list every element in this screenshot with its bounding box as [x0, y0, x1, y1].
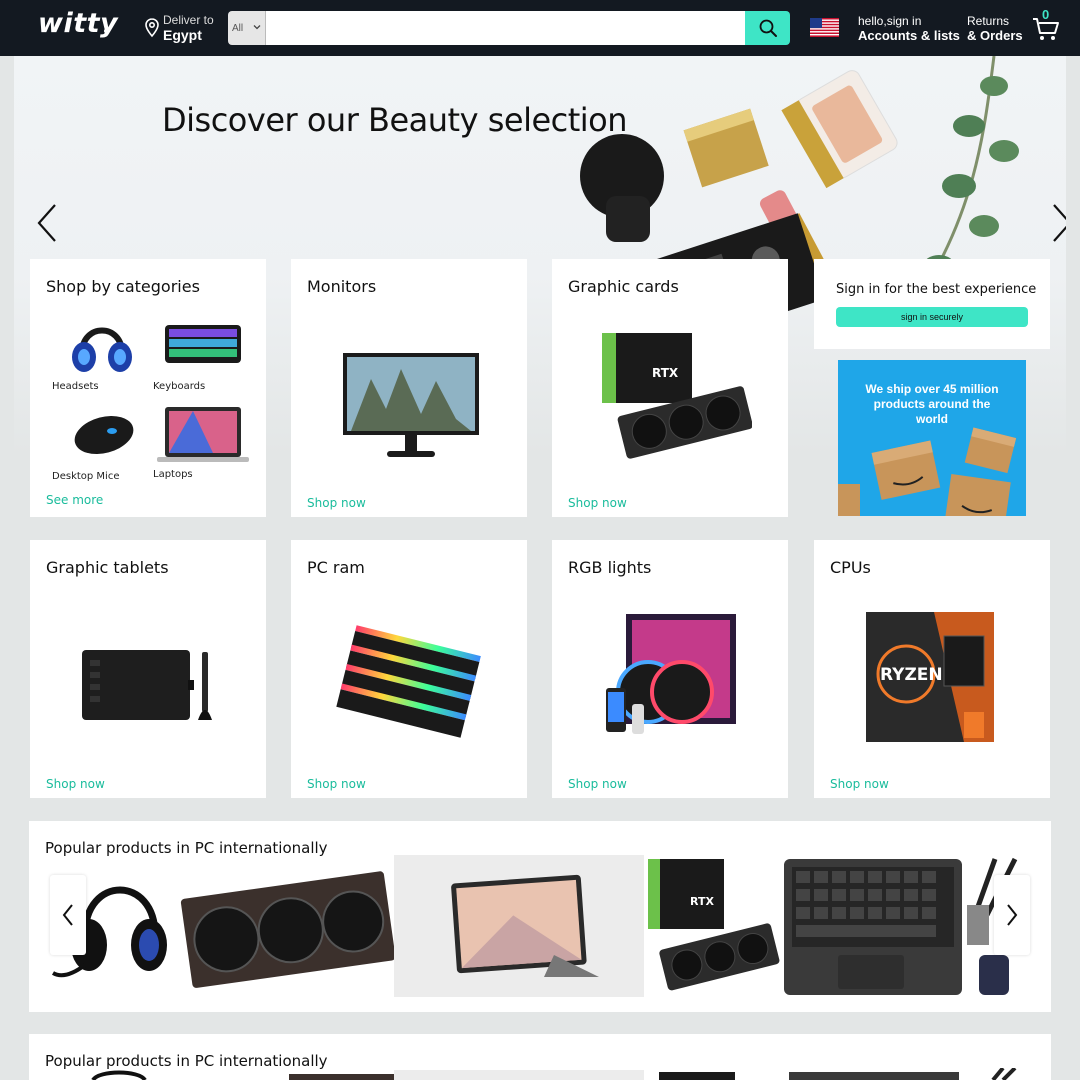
us-flag-icon[interactable]	[810, 18, 839, 37]
shop-now-link[interactable]: Shop now	[46, 777, 105, 791]
shop-now-link[interactable]: Shop now	[830, 777, 889, 791]
carousel-prev-button[interactable]	[50, 875, 86, 955]
see-more-link[interactable]: See more	[46, 493, 103, 507]
shipping-ad-banner[interactable]: We ship over 45 million products around …	[838, 360, 1026, 516]
product-tablet[interactable]	[394, 1070, 644, 1080]
popular-products-carousel: Popular products in PC internationally	[29, 1034, 1051, 1080]
product-graphics-card[interactable]: RTX	[644, 855, 784, 997]
monitor-image[interactable]	[331, 319, 491, 469]
laptop-icon[interactable]	[153, 403, 253, 465]
graphics-card-image[interactable]: RTX	[592, 319, 752, 469]
product-graphics-card[interactable]	[175, 855, 395, 997]
search-button[interactable]	[745, 11, 790, 45]
deliver-country: Egypt	[163, 27, 202, 43]
location-pin-icon	[145, 18, 159, 38]
card-title: RGB lights	[568, 558, 652, 577]
account-greeting: hello,sign in	[858, 14, 922, 28]
account-lists-label: Accounts & lists	[858, 28, 960, 43]
search-category-select[interactable]: All	[228, 11, 266, 45]
signin-title: Sign in for the best experience	[836, 282, 1037, 297]
product-keyboard-cover[interactable]	[780, 855, 965, 997]
boxes-image	[838, 427, 1017, 516]
category-label[interactable]: Laptops	[153, 469, 193, 480]
category-label[interactable]: Desktop Mice	[52, 471, 119, 482]
deliver-to[interactable]: Deliver to Egypt	[143, 13, 214, 43]
keyboard-icon[interactable]	[153, 313, 253, 375]
chevron-right-icon	[1007, 904, 1018, 926]
shop-now-link[interactable]: Shop now	[568, 777, 627, 791]
rgb-lights-card: RGB lights Shop now	[552, 540, 788, 798]
search-category-value: All	[232, 22, 244, 34]
shop-now-link[interactable]: Shop now	[568, 496, 627, 510]
shop-now-link[interactable]: Shop now	[307, 496, 366, 510]
search-icon	[759, 19, 777, 37]
product-tablet[interactable]	[394, 855, 644, 997]
card-title: Monitors	[307, 277, 377, 296]
product-keyboard-cover[interactable]	[789, 1072, 959, 1080]
monitors-card: Monitors Shop now	[291, 259, 527, 517]
product-usb-cable[interactable]	[989, 1068, 1019, 1080]
product-headset[interactable]	[89, 1070, 149, 1080]
rgb-lights-image[interactable]	[592, 600, 752, 750]
carousel-title: Popular products in PC internationally	[45, 1052, 328, 1070]
search-input[interactable]	[266, 11, 745, 45]
carousel-next-button[interactable]	[994, 875, 1030, 955]
shop-by-categories-card: Shop by categories Headsets Keyboards De…	[30, 259, 266, 517]
account-menu[interactable]: hello,sign in Accounts & lists	[858, 14, 960, 44]
cpu-box-image[interactable]: RYZEN	[854, 600, 1014, 750]
card-title: Graphic tablets	[46, 558, 169, 577]
card-title: Graphic cards	[568, 277, 679, 296]
cpus-card: CPUs RYZEN Shop now	[814, 540, 1050, 798]
search-bar: All	[228, 11, 790, 45]
category-label[interactable]: Headsets	[52, 381, 99, 392]
deliver-label: Deliver to	[163, 13, 214, 27]
chevron-left-icon	[62, 904, 73, 926]
graphic-tablets-card: Graphic tablets Shop now	[30, 540, 266, 798]
product-graphics-card[interactable]	[659, 1072, 735, 1080]
card-title: PC ram	[307, 558, 365, 577]
category-label[interactable]: Keyboards	[153, 381, 205, 392]
pc-ram-card: PC ram Shop now	[291, 540, 527, 798]
graphic-cards-card: Graphic cards RTX Shop now	[552, 259, 788, 517]
signin-box: Sign in for the best experience sign in …	[814, 259, 1050, 349]
orders-label: & Orders	[967, 28, 1023, 43]
svg-text:RYZEN: RYZEN	[880, 665, 943, 685]
mouse-icon[interactable]	[52, 403, 152, 465]
returns-label: Returns	[967, 14, 1010, 28]
svg-text:RTX: RTX	[690, 895, 714, 908]
ram-image[interactable]	[331, 600, 491, 750]
svg-text:RTX: RTX	[652, 366, 679, 380]
chevron-down-icon	[253, 25, 261, 30]
hero-prev-arrow[interactable]	[35, 202, 59, 244]
card-title: Shop by categories	[46, 277, 200, 296]
sign-in-button[interactable]: sign in securely	[836, 307, 1028, 327]
graphic-tablet-image[interactable]	[70, 600, 230, 750]
top-nav-bar: witty Deliver to Egypt All hello,sign in…	[0, 0, 1080, 56]
card-title: CPUs	[830, 558, 871, 577]
cart-icon[interactable]	[1032, 16, 1060, 42]
popular-products-carousel: Popular products in PC internationally R…	[29, 821, 1051, 1012]
product-graphics-card[interactable]	[289, 1072, 409, 1080]
logo-dot	[104, 29, 108, 33]
shop-now-link[interactable]: Shop now	[307, 777, 366, 791]
returns-orders-link[interactable]: Returns & Orders	[967, 14, 1023, 44]
hero-next-arrow[interactable]	[1050, 202, 1066, 244]
site-logo[interactable]: witty	[38, 8, 118, 39]
headset-icon[interactable]	[52, 313, 152, 375]
